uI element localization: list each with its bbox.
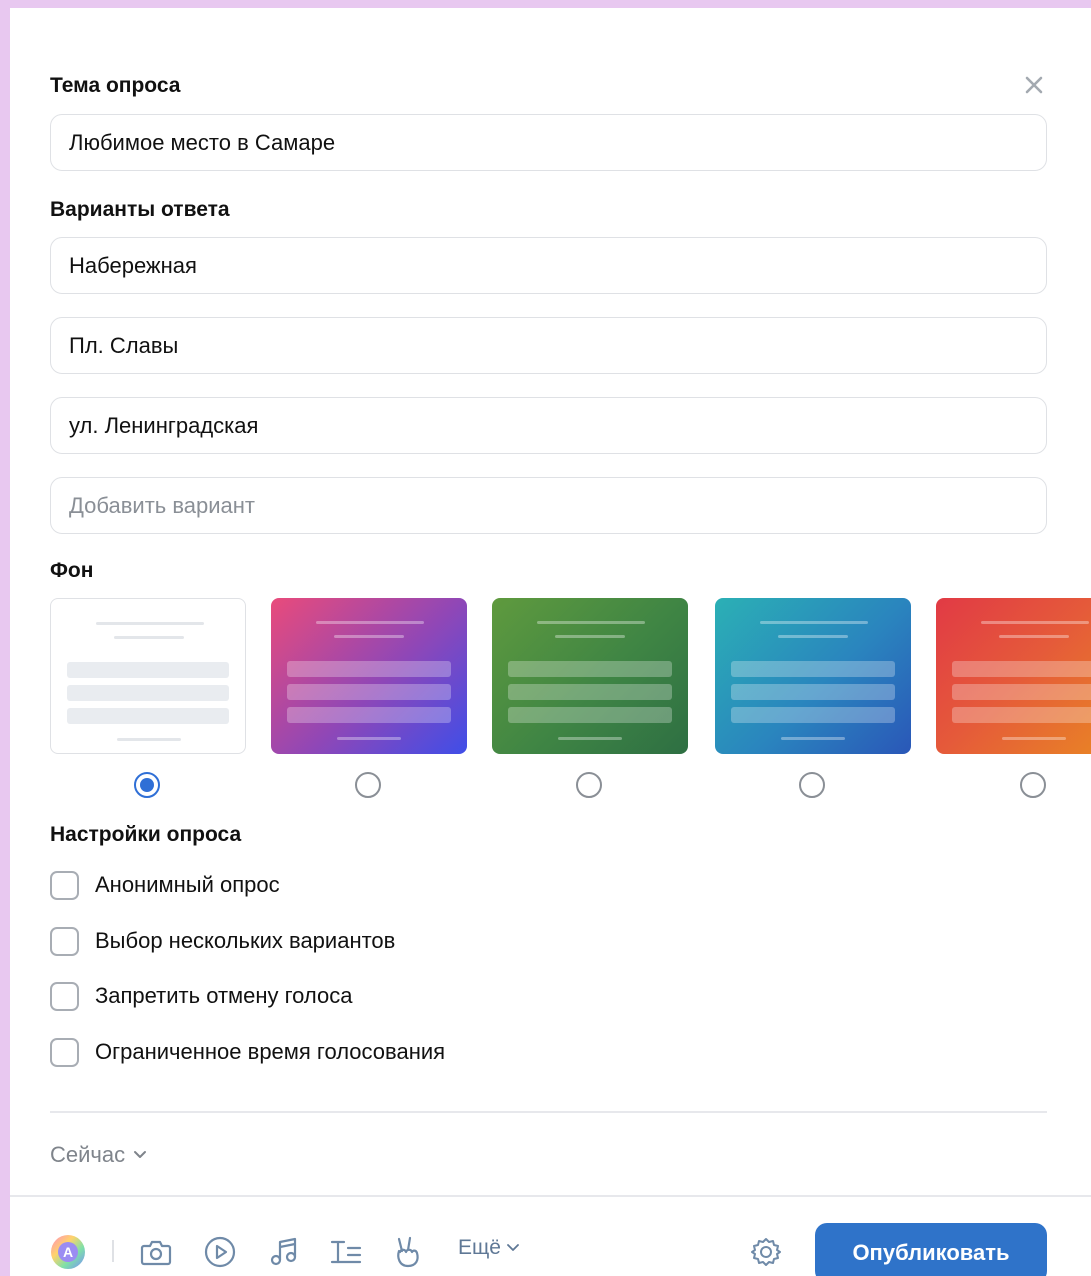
- setting-label: Ограниченное время голосования: [95, 1039, 446, 1064]
- divider: [50, 1111, 1047, 1113]
- option-field-3[interactable]: ул. Ленинградская: [50, 397, 1047, 454]
- background-radio-pink-purple[interactable]: [355, 772, 381, 798]
- setting-forbid-revote[interactable]: Запретить отмену голоса: [50, 980, 353, 1012]
- setting-limited-time[interactable]: Ограниченное время голосования: [50, 1036, 445, 1068]
- background-radio-teal-blue[interactable]: [799, 772, 825, 798]
- option-value: ул. Ленинградская: [69, 412, 259, 438]
- setting-multiple-choice[interactable]: Выбор нескольких вариантов: [50, 925, 395, 957]
- camera-icon[interactable]: [138, 1234, 174, 1270]
- setting-label: Анонимный опрос: [95, 872, 280, 897]
- publish-button[interactable]: Опубликовать: [815, 1223, 1047, 1276]
- background-option-white[interactable]: [50, 598, 246, 754]
- topic-field[interactable]: Любимое место в Самаре: [50, 114, 1047, 171]
- background-option-green[interactable]: [492, 598, 688, 754]
- chevron-down-icon: [507, 1244, 519, 1251]
- anonymous-checkbox[interactable]: [50, 870, 79, 900]
- setting-anonymous[interactable]: Анонимный опрос: [50, 869, 280, 901]
- toolbar-separator: [112, 1240, 114, 1262]
- setting-label: Выбор нескольких вариантов: [95, 928, 396, 953]
- background-label: Фон: [50, 559, 94, 582]
- background-radio-white[interactable]: [134, 772, 160, 798]
- background-option-red-orange[interactable]: [936, 598, 1091, 754]
- add-option-field[interactable]: [50, 477, 1047, 534]
- publish-time-label: Сейчас: [50, 1142, 126, 1167]
- background-option-teal-blue[interactable]: [715, 598, 911, 754]
- footer-divider: [10, 1195, 1091, 1197]
- peace-hand-icon[interactable]: [390, 1234, 426, 1270]
- gear-icon[interactable]: [748, 1234, 784, 1270]
- options-label: Варианты ответа: [50, 198, 230, 221]
- text-format-icon[interactable]: [328, 1234, 364, 1270]
- option-value: Набережная: [69, 252, 197, 278]
- background-option-pink-purple[interactable]: [271, 598, 467, 754]
- close-icon[interactable]: [1021, 72, 1047, 98]
- music-note-icon[interactable]: [266, 1234, 302, 1270]
- topic-value: Любимое место в Самаре: [69, 129, 336, 155]
- multiple-choice-checkbox[interactable]: [50, 926, 79, 956]
- setting-label: Запретить отмену голоса: [95, 983, 353, 1008]
- more-label: Ещё: [458, 1236, 501, 1259]
- limited-time-checkbox[interactable]: [50, 1037, 79, 1067]
- svg-text:A: A: [63, 1244, 73, 1260]
- more-button[interactable]: Ещё: [458, 1236, 519, 1260]
- play-icon[interactable]: [202, 1234, 238, 1270]
- option-field-1[interactable]: Набережная: [50, 237, 1047, 294]
- option-field-2[interactable]: Пл. Славы: [50, 317, 1047, 374]
- option-value: Пл. Славы: [69, 332, 179, 358]
- forbid-revote-checkbox[interactable]: [50, 981, 79, 1011]
- author-avatar-icon[interactable]: A: [50, 1234, 86, 1270]
- background-radio-red-orange[interactable]: [1020, 772, 1046, 798]
- background-radio-green[interactable]: [576, 772, 602, 798]
- publish-time-dropdown[interactable]: Сейчас: [50, 1142, 147, 1168]
- settings-label: Настройки опроса: [50, 823, 242, 846]
- add-option-input[interactable]: [69, 492, 1046, 519]
- chevron-down-icon: [134, 1151, 147, 1158]
- topic-label: Тема опроса: [50, 74, 181, 97]
- poll-editor-card: Тема опроса Любимое место в Самаре Вариа…: [10, 8, 1091, 1276]
